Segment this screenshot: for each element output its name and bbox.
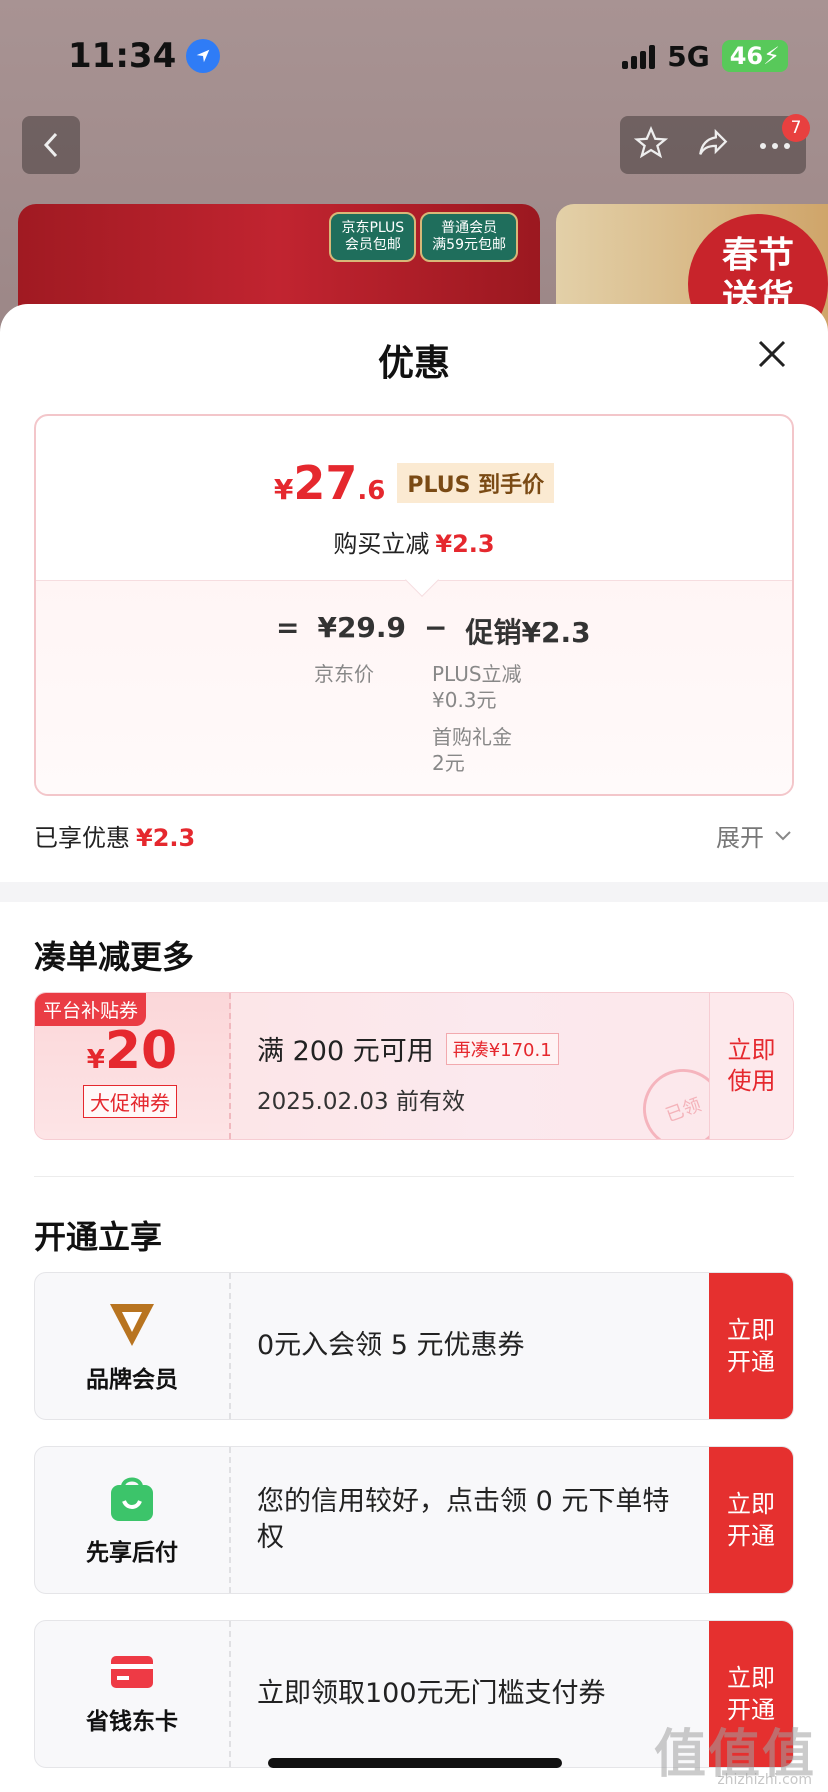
- brand-member-icon: [110, 1304, 154, 1346]
- battery-icon: 46⚡: [721, 40, 788, 72]
- enjoyed-label: 已享优惠: [34, 824, 130, 852]
- more-icon: [760, 142, 790, 149]
- discount-sheet: 优惠 ¥27.6 PLUS 到手价 购买立减 ¥2.3 = ¥29.9 − 促销¥…: [0, 304, 828, 1792]
- open-pay-later-button[interactable]: 立即 开通: [709, 1447, 793, 1593]
- close-icon: [758, 340, 786, 368]
- final-price-currency: ¥: [273, 473, 294, 506]
- expand-label: 展开: [716, 824, 764, 852]
- notification-badge: 7: [782, 114, 810, 142]
- member-text: 立即领取100元无门槛支付券: [257, 1677, 606, 1709]
- plus-price-tag: PLUS 到手价: [397, 463, 555, 503]
- equals-sign: =: [276, 611, 300, 644]
- star-icon: [633, 125, 669, 159]
- first-purchase-gift-detail: 首购礼金 2元: [432, 725, 512, 775]
- coupon-value-area: 平台补贴券 ¥20 大促神券: [35, 993, 231, 1139]
- back-button[interactable]: [22, 116, 80, 174]
- favorite-button[interactable]: [633, 125, 669, 164]
- final-price-integer: 27: [293, 456, 358, 510]
- credit-card-icon: [111, 1656, 153, 1688]
- section-title-open: 开通立享: [34, 1218, 163, 1256]
- plus-reduction-detail: PLUS立减 ¥0.3元: [432, 662, 522, 712]
- location-icon: [186, 39, 221, 73]
- final-price: ¥27.6: [274, 456, 385, 510]
- price-breakdown-card: ¥27.6 PLUS 到手价 购买立减 ¥2.3 = ¥29.9 − 促销¥2.3…: [34, 414, 794, 796]
- enjoyed-value: ¥2.3: [136, 824, 196, 852]
- shopping-bag-icon: [111, 1477, 153, 1521]
- status-bar: 11:34 5G 46⚡: [68, 36, 788, 76]
- promo-total: 促销¥2.3: [465, 616, 591, 649]
- purchase-reduction: 购买立减 ¥2.3: [36, 524, 792, 559]
- price-formula: = ¥29.9 − 促销¥2.3: [276, 611, 591, 651]
- reduction-value: ¥2.3: [435, 530, 495, 558]
- divider: [34, 1176, 794, 1177]
- home-indicator[interactable]: [268, 1758, 562, 1768]
- coupon-kind: 大促神券: [83, 1085, 177, 1118]
- pay-later-left: 先享后付: [35, 1447, 231, 1593]
- final-price-decimal: .6: [357, 476, 386, 506]
- share-button[interactable]: [696, 126, 730, 164]
- pay-later-card[interactable]: 先享后付 您的信用较好，点击领 0 元下单特权 立即 开通: [34, 1446, 794, 1594]
- coupon-amount-value: 20: [104, 1021, 178, 1081]
- use-coupon-button[interactable]: 立即 使用: [709, 993, 793, 1139]
- open-brand-member-button[interactable]: 立即 开通: [709, 1273, 793, 1419]
- signal-icon: [622, 43, 656, 69]
- battery-level: 46: [729, 42, 764, 70]
- minus-sign: −: [424, 611, 448, 644]
- enjoyed-discount: 已享优惠 ¥2.3: [34, 818, 195, 853]
- member-label: 省钱东卡: [86, 1709, 178, 1735]
- normal-shipping-tag: 普通会员 满59元包邮: [420, 212, 518, 262]
- sheet-title: 优惠: [377, 343, 450, 384]
- expand-button[interactable]: 展开: [716, 818, 792, 853]
- jd-price-label: 京东价: [314, 662, 374, 686]
- member-text: 0元入会领 5 元优惠券: [257, 1329, 525, 1361]
- network-type: 5G: [667, 39, 710, 73]
- platform-coupon[interactable]: 平台补贴券 ¥20 大促神券 满 200 元可用 再凑¥170.1 2025.0…: [34, 992, 794, 1140]
- watermark-url: zhizhizhi.com: [717, 1772, 812, 1788]
- brand-member-card[interactable]: 品牌会员 0元入会领 5 元优惠券 立即 开通: [34, 1272, 794, 1420]
- member-label: 先享后付: [86, 1540, 178, 1566]
- section-title-more: 凑单减更多: [34, 938, 195, 976]
- top-action-group: [620, 116, 806, 174]
- clock: 11:34: [68, 36, 177, 76]
- status-time: 11:34: [68, 36, 221, 76]
- brand-member-left: 品牌会员: [35, 1273, 231, 1419]
- plus-shipping-tag: 京东PLUS 会员包邮: [329, 212, 417, 262]
- reduction-label: 购买立减: [333, 530, 430, 558]
- coupon-condition: 满 200 元可用: [257, 1036, 434, 1067]
- coupon-expiry: 2025.02.03 前有效: [257, 1089, 465, 1115]
- chevron-left-icon: [43, 132, 58, 158]
- coupon-details: 满 200 元可用 再凑¥170.1 2025.02.03 前有效: [257, 1029, 559, 1116]
- jd-price: ¥29.9: [317, 611, 407, 644]
- coupon-currency: ¥: [86, 1045, 105, 1075]
- member-text: 您的信用较好，点击领 0 元下单特权: [257, 1485, 670, 1553]
- coupon-amount: ¥20: [35, 1021, 229, 1081]
- coupon-add-more: 再凑¥170.1: [445, 1032, 559, 1065]
- saving-card-left: 省钱东卡: [35, 1621, 231, 1767]
- close-button[interactable]: [752, 334, 792, 374]
- chevron-down-icon: [775, 830, 791, 840]
- member-label: 品牌会员: [86, 1367, 178, 1393]
- share-icon: [699, 128, 728, 155]
- section-divider: [0, 882, 828, 902]
